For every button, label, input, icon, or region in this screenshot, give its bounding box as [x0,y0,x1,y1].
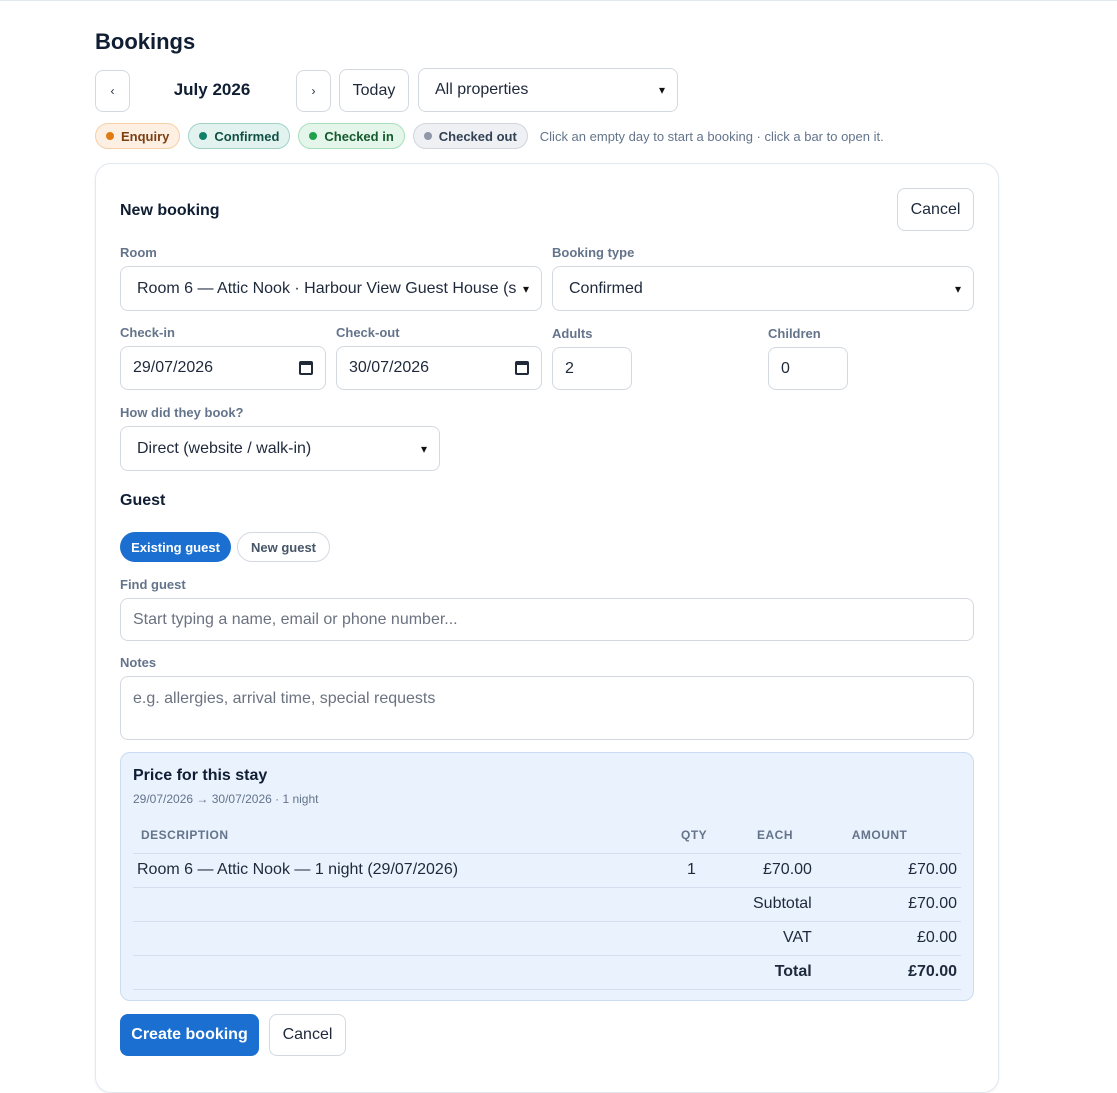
booking-source-label: How did they book? [120,405,244,420]
vat-row: VAT £0.00 [133,921,961,956]
today-button[interactable]: Today [339,69,409,112]
checked-out-dot-icon [423,132,432,140]
adults-input[interactable]: 2 [552,347,632,390]
booking-source-select[interactable]: Direct (website / walk-in) ▾ [120,426,440,471]
legend-enquiry: Enquiry [95,123,181,149]
month-label: July 2026 [173,80,251,99]
checkin-date-value: 29/07/2026 [133,359,214,376]
checkin-date-input[interactable]: 29/07/2026 [120,346,326,390]
legend-checked-in: Checked in [298,123,405,149]
total-row: Total £70.00 [133,955,961,990]
children-label: Children [768,326,821,341]
chevron-down-icon: ▾ [522,281,529,296]
create-booking-button[interactable]: Create booking [120,1014,259,1056]
calendar-toolbar: ‹ July 2026 › Today All properties ▾ [95,68,999,112]
checkout-date-value: 30/07/2026 [349,359,430,376]
booking-type-select[interactable]: Confirmed ▾ [552,266,974,311]
page-title: Bookings [95,29,196,54]
find-guest-input[interactable]: Start typing a name, email or phone numb… [120,598,974,641]
checkout-date-input[interactable]: 30/07/2026 [336,346,542,390]
booking-type-label: Booking type [552,245,635,260]
calendar-icon[interactable] [515,361,529,375]
notes-label: Notes [120,655,157,670]
checkout-label: Check-out [336,325,400,340]
notes-textarea[interactable]: e.g. allergies, arrival time, special re… [120,676,974,740]
legend-hint: Click an empty day to start a booking · … [539,128,884,144]
confirmed-dot-icon [199,132,208,140]
price-title: Price for this stay [133,767,268,784]
total-value: £70.00 [843,955,961,990]
vat-value: £0.00 [843,921,961,956]
total-label: Total [749,955,844,990]
guest-section-title: Guest [120,492,166,509]
adults-value: 2 [565,359,574,377]
property-select-value: All properties [435,81,529,98]
status-legend: Enquiry Confirmed Checked in Checked out… [95,123,884,149]
notes-placeholder: e.g. allergies, arrival time, special re… [133,690,436,707]
line-amount: £70.00 [843,853,961,888]
checked-in-dot-icon [309,132,318,140]
col-amount: AMOUNT [843,817,961,854]
tab-new-guest[interactable]: New guest [237,532,330,562]
line-description: Room 6 — Attic Nook — 1 night (29/07/202… [133,853,673,888]
col-qty: QTY [673,817,749,854]
children-input[interactable]: 0 [768,347,848,390]
cancel-bottom-button[interactable]: Cancel [269,1014,346,1056]
room-select-value: Room 6 — Attic Nook · Harbour View Guest… [137,279,517,297]
tab-existing-guest[interactable]: Existing guest [120,532,231,562]
property-select[interactable]: All properties ▾ [418,68,678,112]
next-month-button[interactable]: › [296,70,331,112]
enquiry-dot-icon [106,132,114,140]
cancel-top-button[interactable]: Cancel [897,188,974,231]
form-title: New booking [120,202,220,219]
line-each: £70.00 [749,853,844,888]
price-summary: Price for this stay 29/07/2026 → 30/07/2… [120,752,974,1001]
find-guest-label: Find guest [120,577,186,592]
price-table: DESCRIPTION QTY EACH AMOUNT Room 6 — Att… [133,817,961,990]
chevron-down-icon: ▾ [954,281,961,296]
legend-checked-out: Checked out [412,123,528,149]
children-value: 0 [781,359,790,377]
subtotal-row: Subtotal £70.00 [133,887,961,922]
price-subtitle: 29/07/2026 → 30/07/2026 · 1 night [133,792,319,806]
booking-source-value: Direct (website / walk-in) [137,439,312,457]
chevron-down-icon: ▾ [420,441,427,456]
subtotal-label: Subtotal [749,887,844,922]
line-qty: 1 [673,853,749,888]
col-description: DESCRIPTION [133,817,673,854]
chevron-down-icon: ▾ [658,83,665,97]
prev-month-button[interactable]: ‹ [95,70,130,112]
new-booking-card: New booking Cancel Room Room 6 — Attic N… [95,163,999,1093]
vat-label: VAT [749,921,844,956]
adults-label: Adults [552,326,593,341]
table-row: Room 6 — Attic Nook — 1 night (29/07/202… [133,853,961,888]
room-select[interactable]: Room 6 — Attic Nook · Harbour View Guest… [120,266,542,311]
room-label: Room [120,245,157,260]
col-each: EACH [749,817,844,854]
checkin-label: Check-in [120,325,175,340]
subtotal-value: £70.00 [843,887,961,922]
legend-confirmed: Confirmed [188,123,291,149]
find-guest-placeholder: Start typing a name, email or phone numb… [133,610,458,628]
calendar-icon[interactable] [299,361,313,375]
booking-type-value: Confirmed [569,279,643,297]
